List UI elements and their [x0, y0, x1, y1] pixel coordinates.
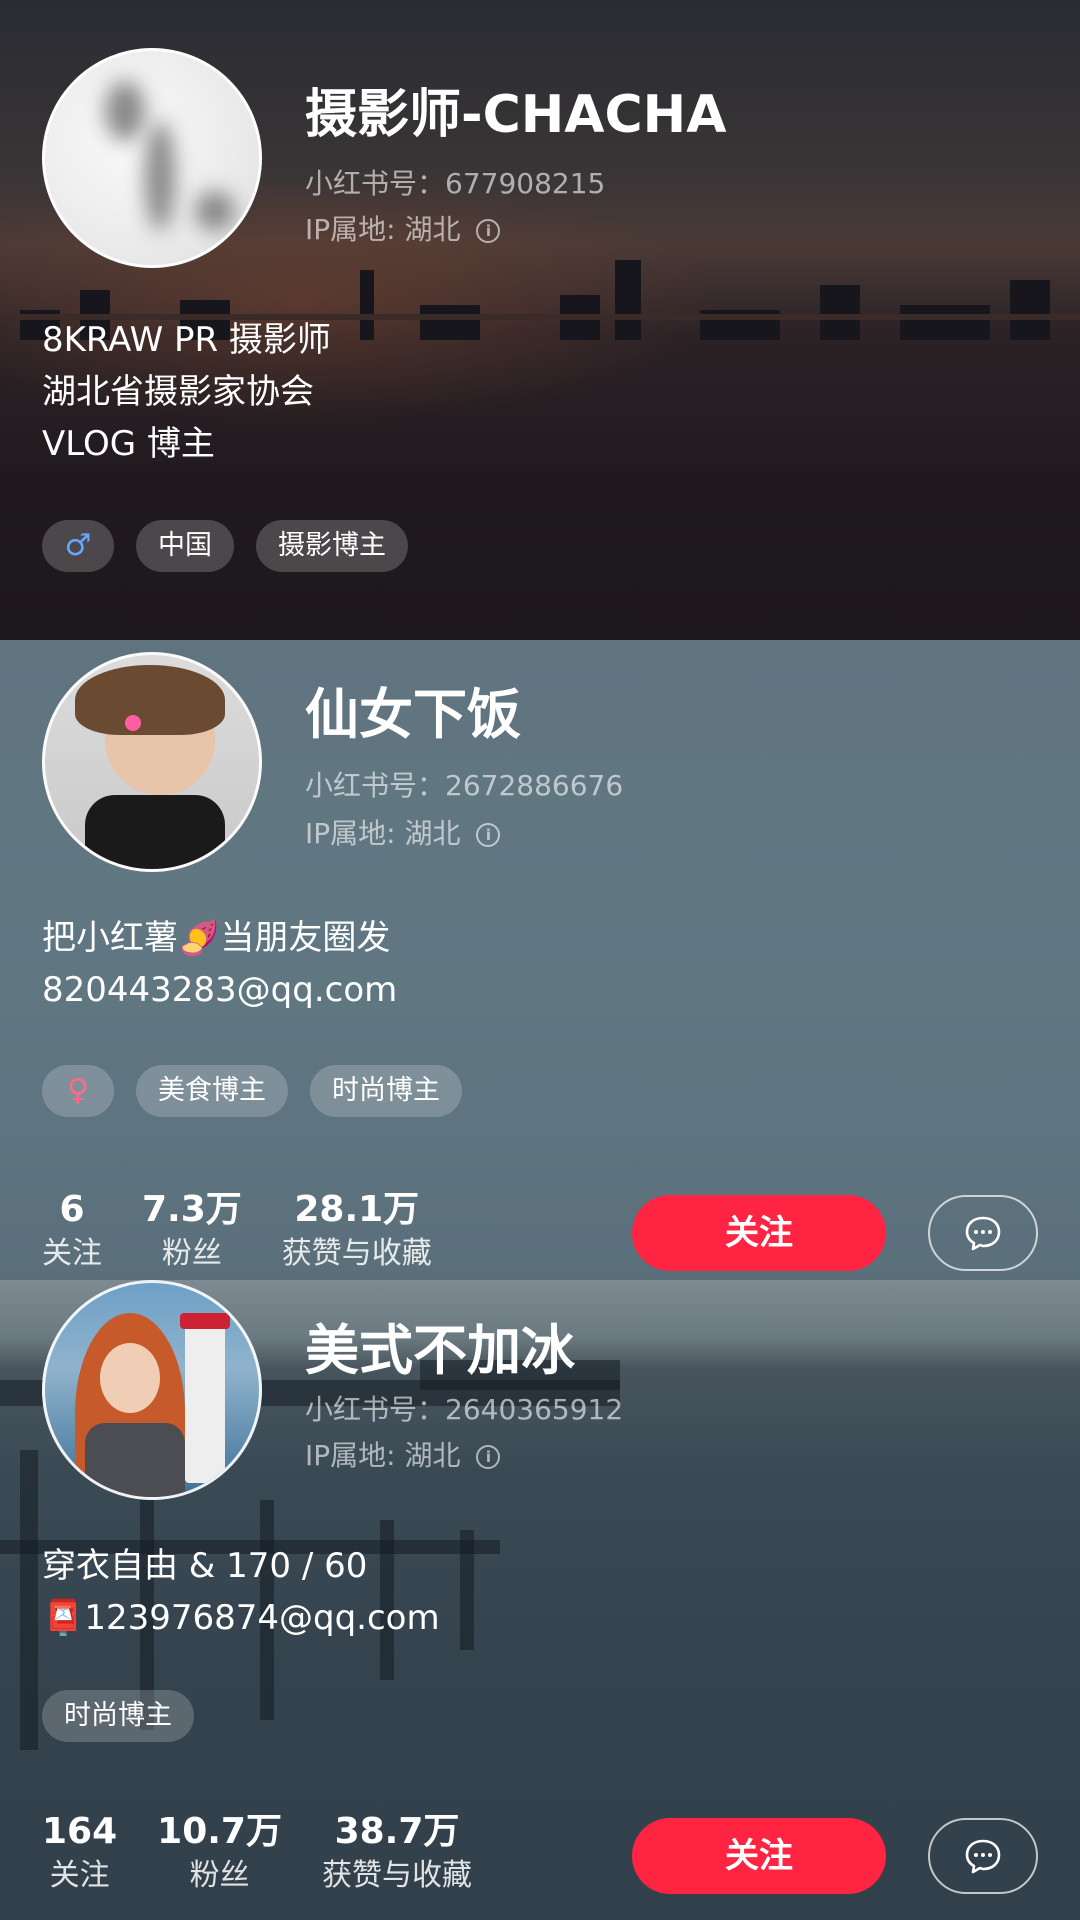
- profile-card-3: 美式不加冰 小红书号：2640365912 IP属地: 湖北 i 穿衣自由 & 1…: [0, 1280, 1080, 1920]
- info-icon[interactable]: i: [476, 1445, 501, 1469]
- follow-button[interactable]: 关注: [632, 1818, 886, 1894]
- stat-value: 7.3万: [142, 1189, 242, 1230]
- bio-line: 湖北省摄影家协会: [42, 372, 314, 412]
- stat-likes-collections[interactable]: 28.1万 获赞与收藏: [282, 1188, 432, 1276]
- bio-line: 穿衣自由 & 170 / 60: [42, 1546, 368, 1586]
- face-shape: [100, 1343, 160, 1413]
- stat-label: 关注: [49, 1858, 110, 1893]
- clothing-shape: [85, 795, 225, 869]
- bio: 穿衣自由 & 170 / 60 📮123976874@qq.com: [42, 1540, 440, 1644]
- profile-name: 摄影师-CHACHA: [305, 85, 727, 145]
- clothing-shape: [85, 1423, 185, 1497]
- stat-followers[interactable]: 7.3万 粉丝: [142, 1188, 242, 1276]
- tag-list: 时尚博主: [42, 1690, 194, 1742]
- stat-value: 28.1万: [294, 1189, 420, 1230]
- tag-list: ♀ 美食博主 时尚博主: [42, 1065, 462, 1117]
- avatar[interactable]: [42, 1280, 262, 1500]
- stats-row: 6 关注 7.3万 粉丝 28.1万 获赞与收藏: [42, 1188, 472, 1276]
- stat-value: 164: [42, 1811, 118, 1852]
- female-gender-icon: ♀: [42, 1065, 114, 1117]
- bio: 8KRAW PR 摄影师 湖北省摄影家协会 VLOG 博主: [42, 314, 331, 470]
- ip-location-text: IP属地: 湖北: [305, 1439, 461, 1472]
- ip-location: IP属地: 湖北 i: [305, 812, 501, 852]
- stat-followers[interactable]: 10.7万 粉丝: [157, 1810, 282, 1898]
- stat-label: 获赞与收藏: [321, 1858, 472, 1893]
- tag[interactable]: 中国: [136, 520, 234, 572]
- avatar[interactable]: [42, 652, 262, 872]
- tag[interactable]: 美食博主: [136, 1065, 288, 1117]
- info-icon[interactable]: i: [476, 219, 501, 243]
- ip-location: IP属地: 湖北 i: [305, 208, 501, 248]
- red-id: 小红书号：2672886676: [305, 769, 624, 802]
- tag-list: ♂ 中国 摄影博主: [42, 520, 408, 572]
- stat-label: 粉丝: [189, 1858, 250, 1893]
- message-button[interactable]: [928, 1195, 1038, 1271]
- tag[interactable]: 时尚博主: [42, 1690, 194, 1742]
- bio-line: 820443283@qq.com: [42, 970, 398, 1010]
- ip-location-text: IP属地: 湖北: [305, 213, 461, 246]
- profile-card-1: 摄影师-CHACHA 小红书号：677908215 IP属地: 湖北 i 8KRA…: [0, 0, 1080, 640]
- stat-label: 关注: [42, 1236, 102, 1271]
- profile-name: 美式不加冰: [305, 1319, 575, 1382]
- stat-value: 38.7万: [334, 1811, 460, 1852]
- chat-bubble-icon: [965, 1216, 1001, 1251]
- heart-shape: [125, 715, 141, 731]
- bio: 把小红薯🍠当朋友圈发 820443283@qq.com: [42, 912, 397, 1016]
- follow-button[interactable]: 关注: [632, 1195, 886, 1271]
- message-button[interactable]: [928, 1818, 1038, 1894]
- tag[interactable]: 时尚博主: [310, 1065, 462, 1117]
- stat-label: 粉丝: [161, 1236, 222, 1271]
- hair-shape: [75, 665, 225, 735]
- stat-value: 6: [59, 1189, 85, 1230]
- stat-following[interactable]: 6 关注: [42, 1188, 102, 1276]
- red-id: 小红书号：677908215: [305, 167, 606, 200]
- bio-line: VLOG 博主: [42, 424, 215, 464]
- stat-likes-collections[interactable]: 38.7万 获赞与收藏: [322, 1810, 472, 1898]
- tag[interactable]: 摄影博主: [256, 520, 408, 572]
- profile-card-2: 仙女下饭 小红书号：2672886676 IP属地: 湖北 i 把小红薯🍠当朋友圈…: [0, 640, 1080, 1280]
- ip-location-text: IP属地: 湖北: [305, 817, 461, 850]
- ip-location: IP属地: 湖北 i: [305, 1434, 501, 1474]
- male-gender-icon: ♂: [42, 520, 114, 572]
- bio-line: 8KRAW PR 摄影师: [42, 320, 331, 360]
- bio-line: 📮123976874@qq.com: [42, 1598, 440, 1638]
- stat-label: 获赞与收藏: [281, 1236, 432, 1271]
- avatar[interactable]: [42, 48, 262, 268]
- stat-value: 10.7万: [157, 1811, 282, 1852]
- profile-name: 仙女下饭: [305, 683, 521, 746]
- info-icon[interactable]: i: [476, 823, 501, 847]
- chat-bubble-icon: [965, 1839, 1001, 1874]
- red-id: 小红书号：2640365912: [305, 1393, 624, 1426]
- stat-following[interactable]: 164 关注: [42, 1810, 117, 1898]
- lighthouse-top-shape: [180, 1313, 230, 1329]
- stats-row: 164 关注 10.7万 粉丝 38.7万 获赞与收藏: [42, 1810, 512, 1898]
- lighthouse-shape: [185, 1323, 225, 1483]
- bio-line: 把小红薯🍠当朋友圈发: [42, 918, 391, 958]
